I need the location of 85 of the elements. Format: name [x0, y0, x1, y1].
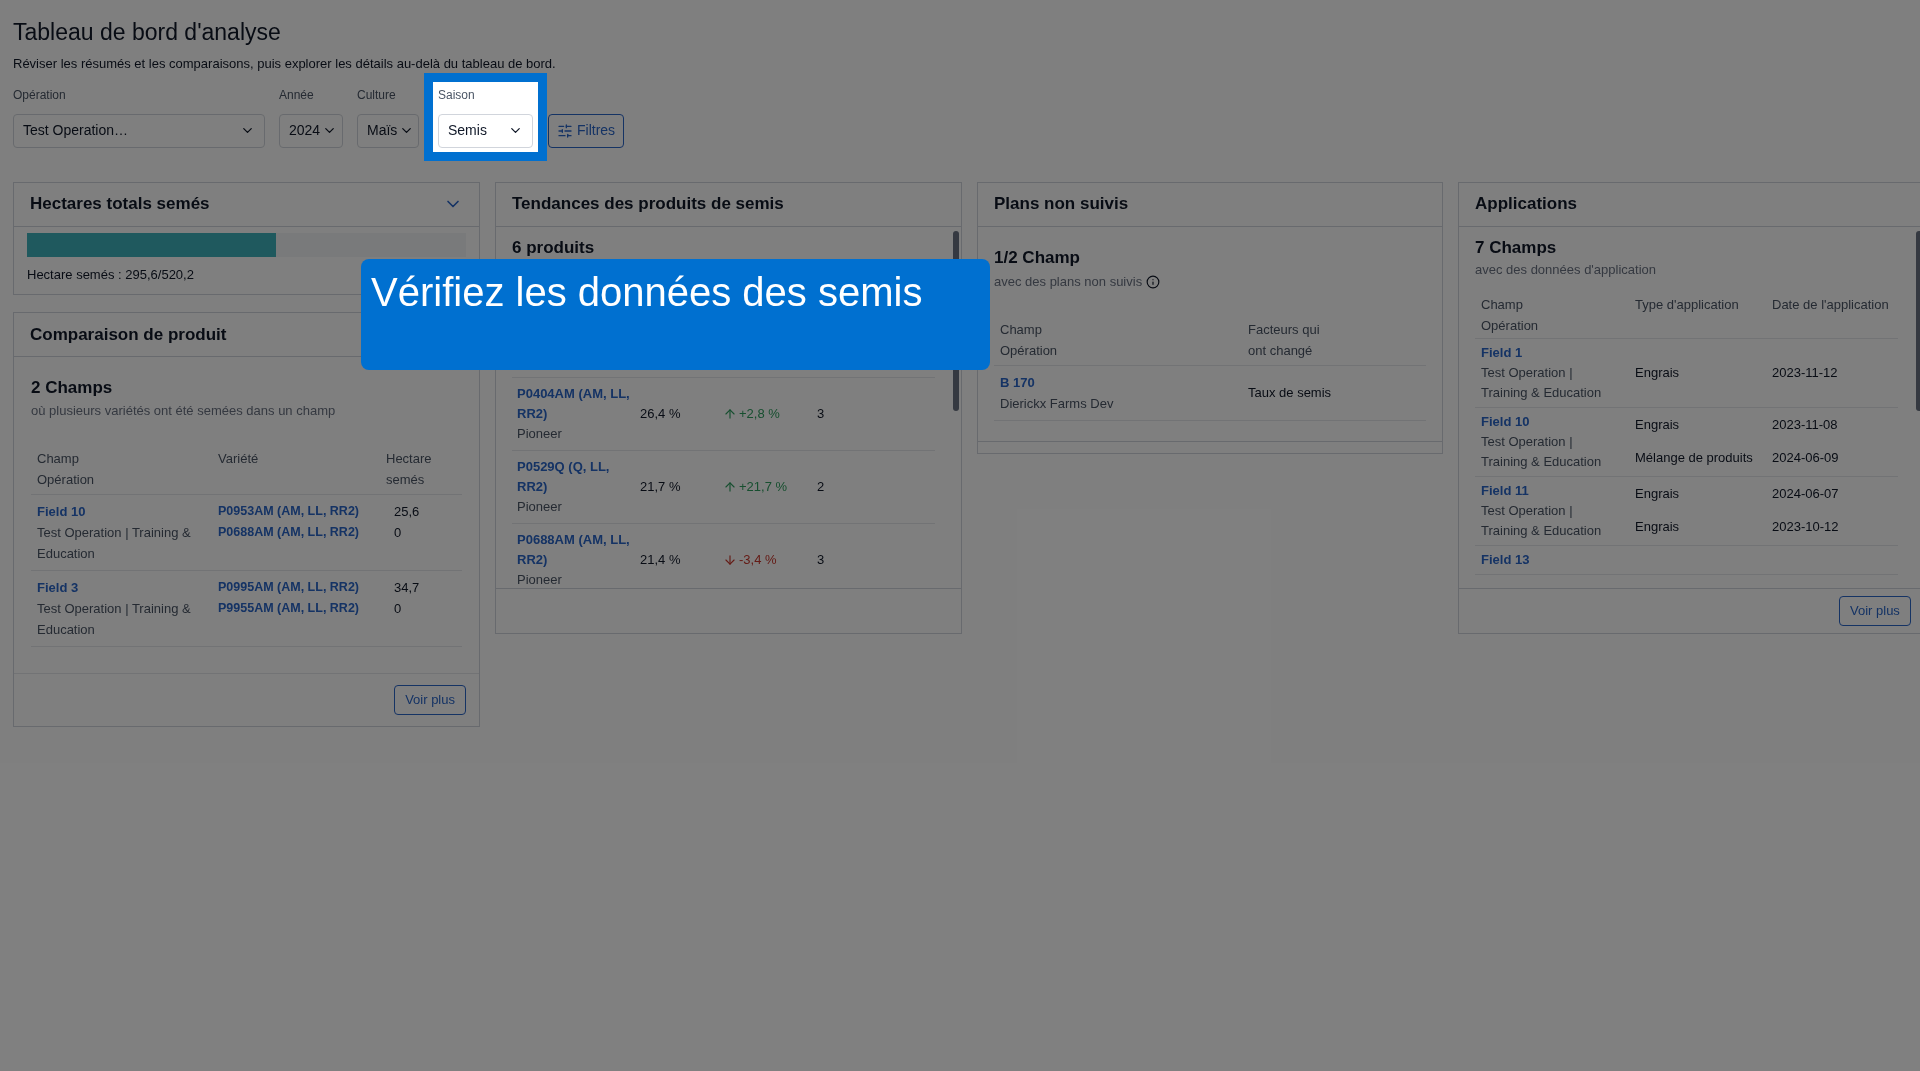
column-header: Date de l'application	[1772, 295, 1889, 314]
product-link[interactable]: P0688AM (AM, LL, RR2)	[517, 530, 640, 570]
operation-text: Test Operation | Training & Education	[1481, 432, 1603, 471]
variety-link[interactable]: P0688AM (AM, LL, RR2)	[218, 522, 386, 543]
page-title: Tableau de bord d'analyse	[13, 18, 282, 46]
tour-tooltip: Vérifiez les données des semis	[361, 259, 990, 370]
filter-label: Opération	[13, 86, 67, 104]
column-header: Champ Opération	[1000, 320, 1059, 360]
application-date: 2023-11-08	[1772, 416, 1838, 434]
column-header: Variété	[218, 450, 260, 468]
card-subtitle: où plusieurs variétés ont été semées dans un champ	[31, 401, 337, 420]
application-type: Engrais	[1635, 416, 1681, 434]
column-header: Champ Opération	[37, 450, 96, 489]
card-title: Tendances des produits de semis	[512, 193, 784, 216]
count-value: 3	[817, 551, 825, 569]
filter-dropdown[interactable]: 2024	[279, 113, 343, 148]
application-date: 2024-06-09	[1772, 449, 1839, 467]
field-link[interactable]: Field 10	[37, 501, 218, 522]
arrow-down-icon	[723, 553, 737, 567]
application-date: 2024-06-07	[1772, 485, 1839, 503]
filter-label: Année	[279, 86, 315, 104]
brand-text: Pioneer	[517, 425, 563, 443]
trend-change: +21,7 %	[739, 478, 788, 496]
application-type: Engrais	[1635, 518, 1681, 536]
application-date: 2023-11-12	[1772, 363, 1838, 382]
variety-link[interactable]: P0995AM (AM, LL, RR2)	[218, 577, 386, 598]
application-type: Mélange de produits	[1635, 449, 1754, 467]
application-type: Engrais	[1635, 485, 1681, 503]
product-link[interactable]: P0529Q (Q, LL, RR2)	[517, 457, 640, 497]
column-header: Hectare semés	[386, 450, 432, 489]
field-link[interactable]: Field 11	[1481, 480, 1635, 501]
card-subtitle: avec des données d'application	[1475, 261, 1657, 279]
page-subtitle: Réviser les résumés et les comparaisons, puis explorer les détails au-delà du tableau de bord.	[13, 55, 557, 73]
column-header: Type d'application	[1635, 295, 1740, 314]
field-link[interactable]: Field 3	[37, 577, 218, 598]
column-header: Facteurs qui ont changé	[1248, 320, 1320, 360]
share-value: 21,7 %	[640, 478, 682, 496]
share-value: 26,4 %	[640, 405, 682, 423]
count-value: 2	[817, 478, 825, 496]
hectare-value: 25,6	[394, 503, 420, 521]
application-date: 2023-10-12	[1772, 518, 1839, 536]
factor-text: Taux de semis	[1248, 384, 1332, 402]
count-heading: 2 Champs	[31, 377, 114, 399]
field-link[interactable]: B 170	[1000, 371, 1248, 393]
field-link[interactable]: Field 1	[1481, 342, 1635, 363]
filter-label: Culture	[357, 86, 397, 104]
operation-text: Dierickx Farms Dev	[1000, 394, 1115, 413]
brand-text: Pioneer	[517, 498, 563, 516]
sliders-icon	[557, 122, 573, 139]
card-title: Comparaison de produit	[30, 323, 227, 346]
field-link[interactable]: Field 13	[1481, 549, 1635, 570]
trend-change: +2,8 %	[739, 405, 780, 423]
variety-link[interactable]: P0953AM (AM, LL, RR2)	[218, 501, 386, 522]
hectare-value: 0	[394, 524, 403, 542]
see-more-button[interactable]: Voir plus	[1839, 595, 1911, 626]
operation-text: Test Operation | Training & Education	[37, 600, 192, 639]
progress-reading: Hectare semés : 295,6/520,2	[27, 265, 195, 284]
column-header: Champ Opération	[1481, 295, 1540, 335]
hectare-value: 0	[394, 600, 403, 618]
count-value: 3	[817, 405, 825, 423]
see-more-button[interactable]: Voir plus	[394, 685, 466, 715]
operation-text: Test Operation | Training & Education	[37, 524, 192, 563]
filter-dropdown[interactable]: Semis	[438, 113, 533, 148]
card-subtitle: avec des plans non suivis	[994, 273, 1143, 291]
count-heading: 1/2 Champ	[994, 246, 1081, 269]
field-link[interactable]: Field 10	[1481, 411, 1635, 432]
variety-link[interactable]: P9955AM (AM, LL, RR2)	[218, 598, 386, 619]
filter-dropdown[interactable]: Test Operation…	[13, 113, 265, 148]
share-value: 21,4 %	[640, 551, 682, 569]
brand-text: Pioneer	[517, 571, 563, 588]
product-link[interactable]: P0404AM (AM, LL, RR2)	[517, 384, 640, 424]
trend-change: -3,4 %	[739, 551, 777, 569]
operation-text: Test Operation | Training & Education	[1481, 501, 1603, 540]
card-title: Plans non suivis	[994, 193, 1129, 216]
card-title: Hectares totals semés	[30, 193, 210, 216]
filter-label: Saison	[438, 86, 476, 104]
card-title: Applications	[1475, 193, 1577, 216]
count-heading: 6 produits	[512, 236, 596, 259]
application-type: Engrais	[1635, 363, 1681, 382]
filter-dropdown[interactable]: Maïs	[357, 113, 419, 148]
info-icon[interactable]	[1146, 274, 1161, 289]
operation-text: Test Operation | Training & Education	[1481, 363, 1603, 402]
hectare-value: 34,7	[394, 579, 420, 597]
count-heading: 7 Champs	[1475, 236, 1558, 259]
filters-button[interactable]: Filtres	[548, 113, 625, 148]
